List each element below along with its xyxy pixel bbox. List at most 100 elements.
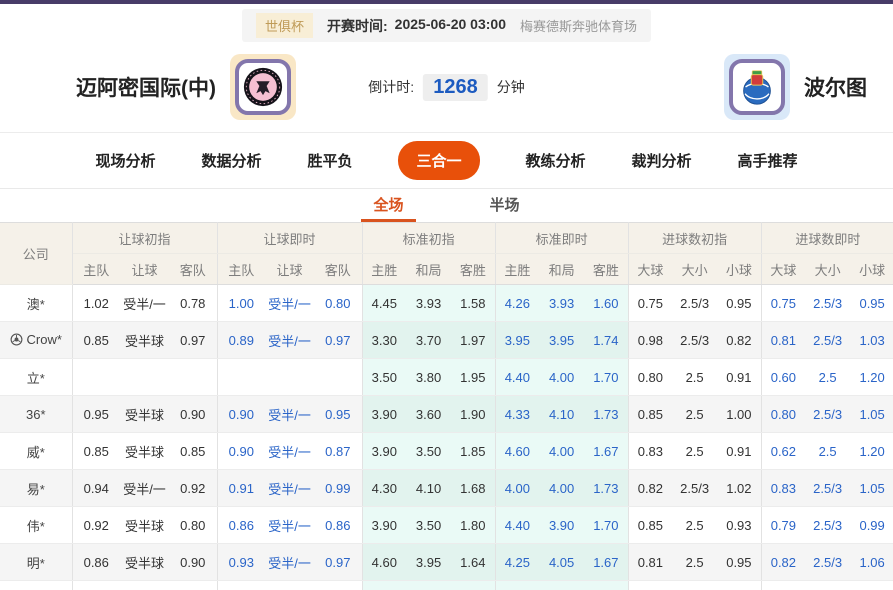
odds-cell: 0.95 xyxy=(717,581,761,590)
odds-cell: 3.70 xyxy=(406,322,451,359)
porto-crest-icon xyxy=(736,66,778,108)
odds-cell: 0.86 xyxy=(72,544,120,581)
odds-cell: 0.83 xyxy=(628,433,672,470)
odds-cell: 2.5 xyxy=(805,433,850,470)
sub-header: 大小 xyxy=(805,254,850,285)
company-name: 明* xyxy=(27,556,45,571)
away-team-name: 波尔图 xyxy=(804,72,867,102)
odds-cell: 1.00 xyxy=(217,285,265,322)
odds-cell: 4.00 xyxy=(362,581,406,590)
odds-cell: 3.95 xyxy=(406,544,451,581)
odds-cell: 受半球 xyxy=(120,433,169,470)
group-header: 让球即时 xyxy=(217,223,362,254)
odds-cell: 0.80 xyxy=(761,396,805,433)
odds-cell: 0.87 xyxy=(314,433,362,470)
tab-half-match[interactable]: 半场 xyxy=(478,189,532,222)
kickoff-time: 开赛时间: 2025-06-20 03:00 xyxy=(327,16,506,36)
odds-cell: 2.5/3 xyxy=(805,507,850,544)
nav-tab-4[interactable]: 教练分析 xyxy=(526,150,586,171)
odds-cell: 0.95 xyxy=(717,544,761,581)
odds-cell: 1.58 xyxy=(451,285,495,322)
odds-cell: 3.50 xyxy=(362,359,406,396)
odds-cell: 3.93 xyxy=(539,285,584,322)
inter-miami-crest-icon xyxy=(242,66,284,108)
odds-cell: 1.02 xyxy=(717,470,761,507)
company-name: Crow* xyxy=(27,332,62,347)
home-logo-frame xyxy=(235,59,291,115)
odds-cell: 4.50 xyxy=(495,581,539,590)
odds-cell: 1.02 xyxy=(72,285,120,322)
odds-cell: 0.92 xyxy=(72,507,120,544)
odds-cell: 4.10 xyxy=(406,470,451,507)
odds-cell: 4.60 xyxy=(495,433,539,470)
odds-cell: 0.86 xyxy=(314,507,362,544)
table-row: 36*0.95受半球0.900.90受半/一0.953.903.601.904.… xyxy=(0,396,893,433)
odds-cell: 0.90 xyxy=(217,433,265,470)
odds-cell: 0.95 xyxy=(72,396,120,433)
page: 世俱杯 开赛时间: 2025-06-20 03:00 梅赛德斯奔驰体育场 迈阿密… xyxy=(0,0,893,590)
odds-cell: 2.5 xyxy=(805,581,850,590)
league-badge: 世俱杯 xyxy=(256,13,313,38)
nav-tab-5[interactable]: 裁判分析 xyxy=(632,150,692,171)
odds-cell: 2.5/3 xyxy=(672,322,717,359)
sub-header: 主队 xyxy=(217,254,265,285)
home-team-name: 迈阿密国际(中) xyxy=(76,72,216,102)
home-team-logo xyxy=(230,54,296,120)
odds-cell: 0.95 xyxy=(169,581,217,590)
odds-cell: 受半球 xyxy=(120,322,169,359)
odds-cell: 1.90 xyxy=(451,396,495,433)
odds-cell: 4.00 xyxy=(539,359,584,396)
odds-cell: 0.95 xyxy=(314,396,362,433)
odds-cell: 0.99 xyxy=(314,470,362,507)
nav-tabs: 现场分析 数据分析 胜平负 三合一 教练分析 裁判分析 高手推荐 xyxy=(0,132,893,189)
nav-tab-0[interactable]: 现场分析 xyxy=(95,150,155,171)
countdown: 倒计时: 1268 分钟 xyxy=(368,74,524,101)
table-row: 立*3.503.801.954.404.001.700.802.50.910.6… xyxy=(0,359,893,396)
group-header: 进球数即时 xyxy=(761,223,893,254)
tab-full-match[interactable]: 全场 xyxy=(361,189,415,222)
soccer-ball-icon xyxy=(10,333,23,349)
odds-cell: 4.00 xyxy=(539,470,584,507)
odds-cell: 1.25 xyxy=(850,581,893,590)
odds-cell: 0.90 xyxy=(169,544,217,581)
table-row: Crow*0.85受半球0.970.89受半/一0.973.303.701.97… xyxy=(0,322,893,359)
odds-cell: 0.91 xyxy=(217,470,265,507)
nav-tab-6[interactable]: 高手推荐 xyxy=(738,150,798,171)
table-row: Interwet*0.85受半球0.951.15受半球0.704.003.601… xyxy=(0,581,893,590)
odds-cell: 受半球 xyxy=(120,544,169,581)
odds-cell: 3.90 xyxy=(362,507,406,544)
sub-header: 主胜 xyxy=(495,254,539,285)
nav-tab-2[interactable]: 胜平负 xyxy=(307,150,352,171)
odds-cell: 0.82 xyxy=(628,470,672,507)
odds-cell: 1.20 xyxy=(850,433,893,470)
odds-cell: 1.67 xyxy=(584,544,628,581)
odds-cell: 0.80 xyxy=(628,359,672,396)
odds-cell xyxy=(265,359,314,396)
company-cell: 易* xyxy=(0,470,72,507)
odds-cell: 1.03 xyxy=(850,322,893,359)
odds-cell: 3.60 xyxy=(406,396,451,433)
odds-cell: 3.90 xyxy=(362,396,406,433)
odds-cell: 3.95 xyxy=(539,322,584,359)
odds-cell: 1.20 xyxy=(850,359,893,396)
nav-tab-3[interactable]: 三合一 xyxy=(398,141,479,180)
odds-cell: 受半/一 xyxy=(265,470,314,507)
odds-cell: 0.85 xyxy=(72,322,120,359)
odds-cell: 1.97 xyxy=(451,322,495,359)
odds-cell: 0.60 xyxy=(761,359,805,396)
odds-cell: 2.5/3 xyxy=(805,470,850,507)
company-cell: 威* xyxy=(0,433,72,470)
kickoff-label: 开赛时间: xyxy=(327,16,388,36)
odds-cell: 4.10 xyxy=(539,396,584,433)
company-name: 立* xyxy=(27,371,45,386)
odds-cell: 3.50 xyxy=(406,507,451,544)
odds-cell: 1.06 xyxy=(850,544,893,581)
odds-cell: 3.30 xyxy=(362,322,406,359)
odds-cell: 4.45 xyxy=(362,285,406,322)
odds-cell: 受半/一 xyxy=(265,396,314,433)
group-header: 标准即时 xyxy=(495,223,628,254)
odds-cell: 1.15 xyxy=(217,581,265,590)
odds-cell: 0.86 xyxy=(217,507,265,544)
nav-tab-1[interactable]: 数据分析 xyxy=(201,150,261,171)
odds-comparison-table: 公司让球初指让球即时标准初指标准即时进球数初指进球数即时主队让球客队主队让球客队… xyxy=(0,222,893,590)
